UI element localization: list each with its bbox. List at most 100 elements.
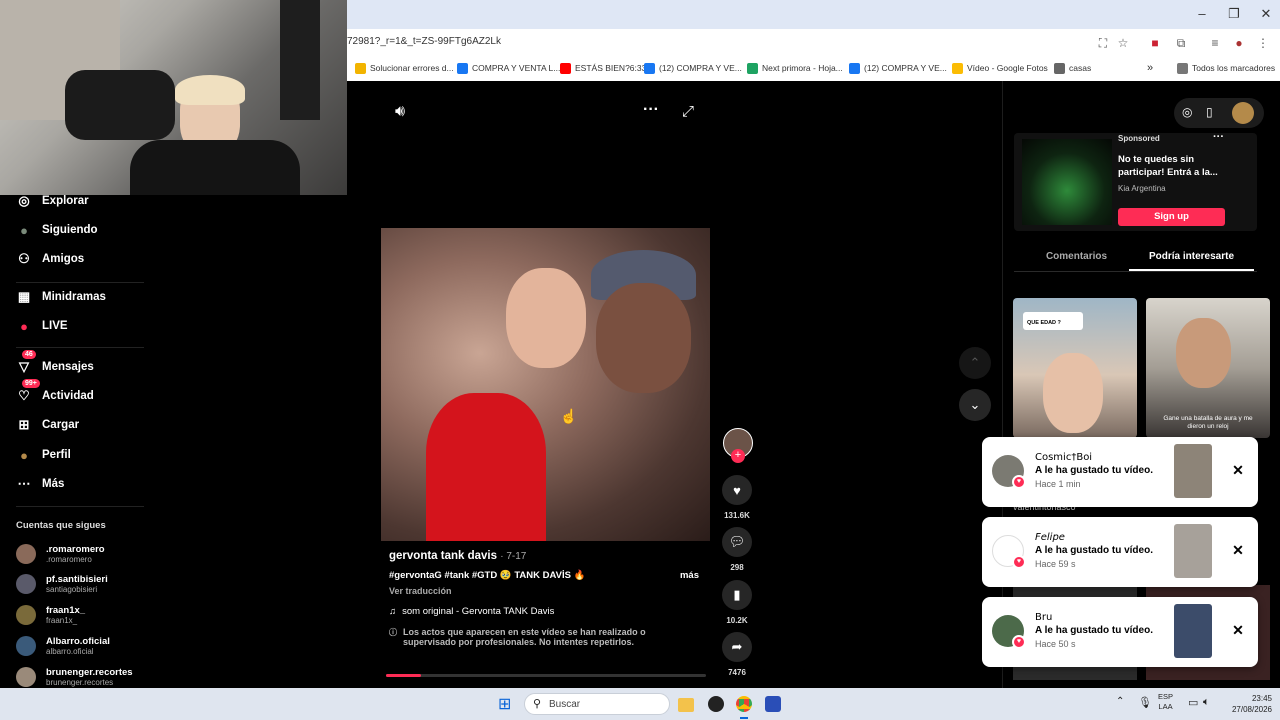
fullscreen-icon[interactable]: ⤢ <box>682 103 694 120</box>
menu-kebab-icon[interactable]: ⋮ <box>1255 35 1271 51</box>
video-person-1 <box>506 268 586 368</box>
ad-image[interactable] <box>1022 139 1112 225</box>
bookmark-item[interactable]: Next primora - Hoja... <box>747 60 843 76</box>
video-player[interactable] <box>381 228 710 541</box>
ad-title[interactable]: No te quedes sin participar! Entrá a la.… <box>1118 153 1230 179</box>
address-bar[interactable]: 72981?_r=1&_t=ZS-99FTg6AZ2Lk ⛶ ☆ ■ ⧉ ≡ ●… <box>347 30 1280 55</box>
sidebar-item-label: Cargar <box>42 419 80 431</box>
sidebar-item-m-s[interactable]: ⋯ Más <box>14 473 65 495</box>
translate-icon[interactable]: ⛶ <box>1095 35 1111 51</box>
sidebar-item-perfil[interactable]: ● Perfil <box>14 444 71 466</box>
taskbar-search[interactable]: ⚲ Buscar <box>524 693 670 715</box>
close-window-button[interactable]: ✕ <box>1251 4 1280 24</box>
bookmark-icon[interactable]: ▮ <box>722 580 752 610</box>
like-notification[interactable]: ♥ Felipe A le ha gustado tu vídeo. Hace … <box>982 517 1258 587</box>
sidebar-item-label: LIVE <box>42 320 68 332</box>
share-icon[interactable]: ➦ <box>722 632 752 662</box>
sidebar-item-siguiendo[interactable]: ● Siguiendo <box>14 219 98 241</box>
maximize-button[interactable]: ❐ <box>1219 4 1249 24</box>
minimize-button[interactable]: – <box>1187 4 1217 24</box>
progress-track[interactable] <box>386 674 706 677</box>
music-note-icon: ♫ <box>389 606 397 617</box>
app-icon[interactable] <box>765 696 781 712</box>
film-icon: ▦ <box>17 289 31 304</box>
follow-plus-icon[interactable]: + <box>731 449 745 463</box>
bookmark-favicon-icon <box>952 63 963 75</box>
sidebar-item-live[interactable]: ● LIVE <box>14 315 68 337</box>
bookmark-item[interactable]: casas <box>1054 60 1091 76</box>
microphone-icon[interactable]: 🎙︎ <box>1138 696 1152 714</box>
url-text[interactable]: 72981?_r=1&_t=ZS-99FTg6AZ2Lk <box>347 36 501 47</box>
next-video-button[interactable]: ⌄ <box>959 389 991 421</box>
profile-icon[interactable]: ● <box>1231 35 1247 51</box>
mobile-device-icon[interactable]: ▯ <box>1206 105 1213 119</box>
following-account[interactable]: fraan1x_ fraan1x_ <box>16 602 85 628</box>
see-translation-link[interactable]: Ver traducción <box>389 586 709 596</box>
bookmark-item[interactable]: Solucionar errores d... <box>355 60 454 76</box>
video-author[interactable]: gervonta tank davis <box>389 550 497 562</box>
following-account[interactable]: brunenger.recortes brunenger.recortes <box>16 664 133 690</box>
account-name: .romaromero <box>46 544 105 555</box>
windows-start-icon[interactable]: ⊞ <box>498 696 516 714</box>
user-avatar[interactable] <box>1232 102 1254 124</box>
close-icon[interactable]: ✕ <box>1227 459 1249 481</box>
sidebar-item-label: Perfil <box>42 449 71 461</box>
ad-signup-button[interactable]: Sign up <box>1118 208 1225 226</box>
notification-thumbnail[interactable] <box>1174 604 1212 658</box>
video-hashtags[interactable]: #gervontaG #tank #GTD 🥹 TANK DAVİS 🔥 <box>389 570 585 581</box>
sponsored-ad[interactable]: Sponsored ··· No te quedes sin participa… <box>1014 131 1257 231</box>
sidebar-item-amigos[interactable]: ⚇ Amigos <box>14 248 84 270</box>
like-notification[interactable]: ♥ Bru A le ha gustado tu vídeo. Hace 50 … <box>982 597 1258 667</box>
chrome-icon[interactable] <box>736 696 752 712</box>
comment-icon[interactable]: 💬︎ <box>722 527 752 557</box>
obs-icon[interactable] <box>708 696 724 712</box>
heart-badge-icon: ♥ <box>1012 635 1026 649</box>
following-account[interactable]: .romaromero .romaromero <box>16 541 105 567</box>
notification-thumbnail[interactable] <box>1174 524 1212 578</box>
account-text: .romaromero .romaromero <box>46 544 105 564</box>
extension-icon[interactable]: ■ <box>1147 35 1163 51</box>
close-icon[interactable]: ✕ <box>1227 539 1249 561</box>
all-bookmarks-button[interactable]: Todos los marcadores <box>1177 60 1275 76</box>
sidebar-item-minidramas[interactable]: ▦ Minidramas <box>14 286 106 308</box>
account-text: brunenger.recortes brunenger.recortes <box>46 667 133 687</box>
following-account[interactable]: Albarro.oficial albarro.oficial <box>16 633 110 659</box>
sidebar-item-explorar[interactable]: ◎ Explorar <box>14 190 88 212</box>
bookmark-item[interactable]: COMPRA Y VENTA L... <box>457 60 560 76</box>
suggested-video-thumb[interactable]: QUE EDAD ? <box>1013 298 1137 438</box>
network-icon[interactable]: ▭ <box>1188 696 1198 714</box>
more-options-icon[interactable]: ··· <box>643 101 659 119</box>
clock[interactable]: 23:45 27/08/2026 <box>1222 693 1272 714</box>
sidebar-item-mensajes[interactable]: ▽ 46 Mensajes <box>14 350 94 378</box>
speaker-icon[interactable]: 🔈︎ <box>1203 696 1210 714</box>
search-placeholder: Buscar <box>549 699 581 710</box>
language-indicator[interactable]: ESP LAA <box>1158 692 1173 711</box>
like-heart-icon[interactable]: ♥ <box>722 475 752 505</box>
compass-toolbar-icon[interactable]: ◎ <box>1182 105 1192 119</box>
notification-thumbnail[interactable] <box>1174 444 1212 498</box>
close-icon[interactable]: ✕ <box>1227 619 1249 641</box>
bookmark-item[interactable]: Vídeo - Google Fotos <box>952 60 1048 76</box>
bookmark-star-icon[interactable]: ☆ <box>1115 35 1131 51</box>
bookmark-item[interactable]: (12) COMPRA Y VE... <box>644 60 742 76</box>
previous-video-button[interactable]: ⌃ <box>959 347 991 379</box>
ad-more-icon[interactable]: ··· <box>1213 131 1224 143</box>
file-explorer-icon[interactable] <box>678 698 694 712</box>
suggested-video-thumb[interactable]: Gane una batalla de aura y me dieron un … <box>1146 298 1270 438</box>
tray-chevron-icon[interactable]: ⌃ <box>1116 696 1124 714</box>
bookmarks-overflow-icon[interactable]: » <box>1147 60 1153 76</box>
sound-name[interactable]: som original - Gervonta TANK Davis <box>402 606 554 617</box>
tab-podria-interesarte[interactable]: Podría interesarte <box>1129 251 1254 262</box>
sidebar-item-cargar[interactable]: ⊞ Cargar <box>14 414 80 436</box>
ad-advertiser[interactable]: Kia Argentina <box>1118 184 1166 193</box>
media-controls-icon[interactable]: ≡ <box>1207 35 1223 51</box>
sidebar-item-actividad[interactable]: ♡ 99+ Actividad <box>14 379 94 407</box>
like-notification[interactable]: ♥ Cosmic†Boi A le ha gustado tu vídeo. H… <box>982 437 1258 507</box>
tab-comentarios[interactable]: Comentarios <box>1014 251 1139 262</box>
following-account[interactable]: pf.santibisieri santiagobisieri <box>16 571 108 597</box>
volume-icon[interactable]: 🔊︎ <box>395 103 405 121</box>
bookmark-item[interactable]: ESTÁS BIEN?6:33 <box>560 60 646 76</box>
extensions-puzzle-icon[interactable]: ⧉ <box>1173 35 1189 51</box>
see-more-link[interactable]: más <box>680 570 699 581</box>
bookmark-item[interactable]: (12) COMPRA Y VE... <box>849 60 947 76</box>
